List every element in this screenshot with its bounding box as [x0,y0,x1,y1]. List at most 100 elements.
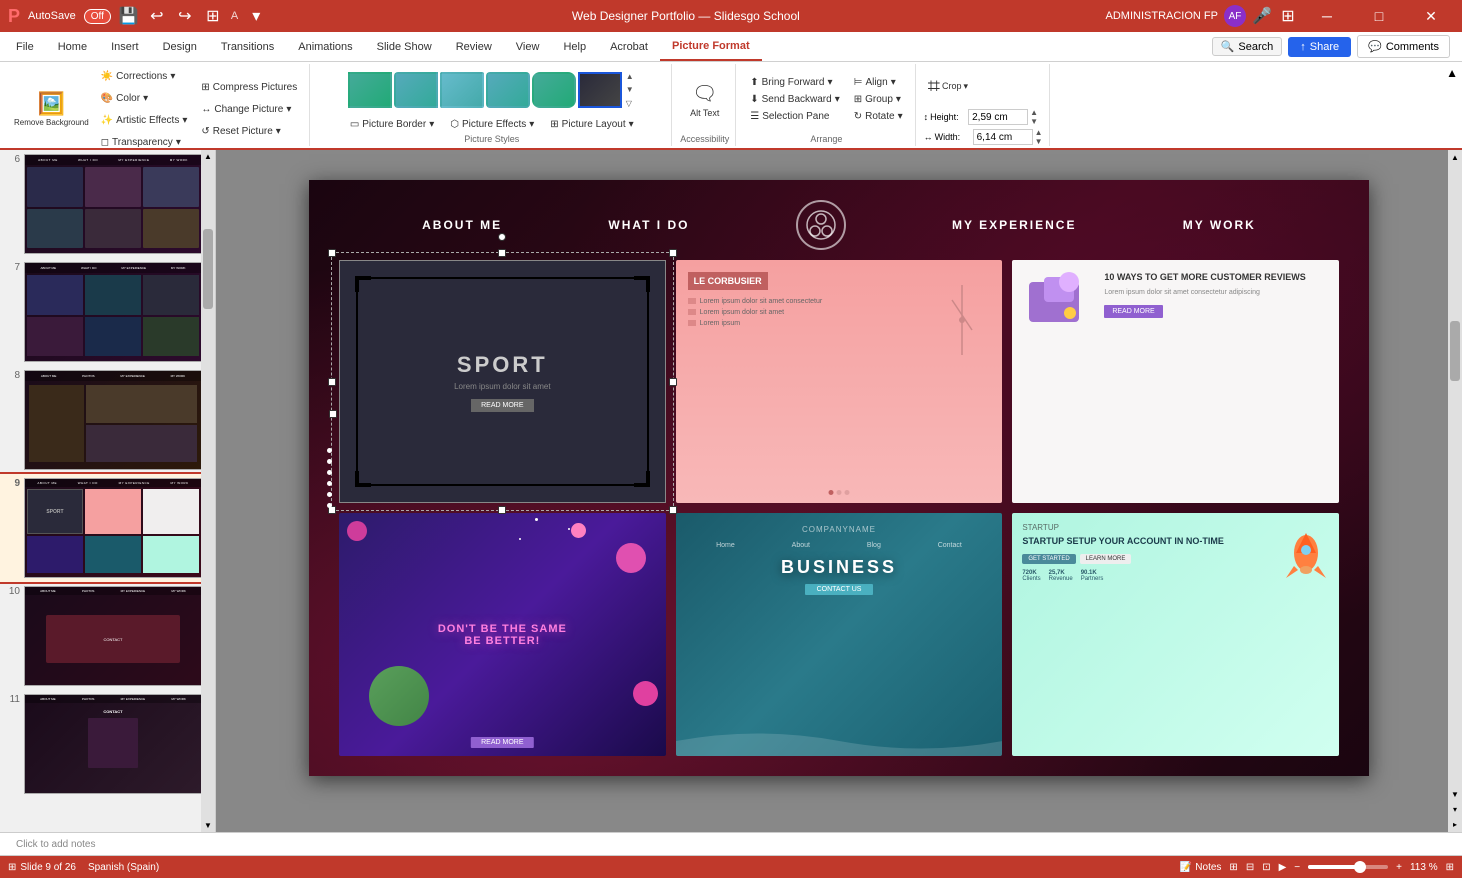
compress-pictures-button[interactable]: ⊞ Compress Pictures [195,77,303,97]
undo-button[interactable]: ↩ [147,6,167,26]
card-space[interactable]: DON'T BE THE SAME BE BETTER! READ MORE [339,513,666,756]
minimize-button[interactable]: ─ [1304,0,1350,32]
tab-review[interactable]: Review [444,33,504,61]
search-box[interactable]: 🔍 Search [1212,37,1283,56]
gallery-item-6[interactable] [578,72,622,108]
tab-animations[interactable]: Animations [286,33,364,61]
mic-icon[interactable]: 🎤 [1252,6,1272,26]
gallery-scroll-down[interactable]: ▼ [626,85,634,94]
tab-design[interactable]: Design [151,33,209,61]
alt-text-button[interactable]: 🗨 Alt Text [686,69,723,129]
tab-insert[interactable]: Insert [99,33,151,61]
zoom-out-button[interactable]: − [1294,862,1300,873]
width-input[interactable] [973,129,1033,145]
selection-dot-left[interactable] [329,410,337,418]
tab-home[interactable]: Home [46,33,99,61]
close-button[interactable]: ✕ [1408,0,1454,32]
artistic-effects-button[interactable]: ✨ Artistic Effects ▾ [95,110,194,130]
tab-acrobat[interactable]: Acrobat [598,33,660,61]
picture-layout-button[interactable]: ⊞ Picture Layout ▾ [544,117,639,132]
presentation-button[interactable]: ▶ [1279,862,1287,873]
gallery-item-5[interactable] [532,72,576,108]
canvas-scroll-down[interactable]: ▼ [1448,787,1462,802]
slides-scrollbar[interactable]: ▲ ▼ [201,150,215,832]
business-wave [676,726,1003,756]
height-up-button[interactable]: ▲ [1030,108,1038,117]
notes-area[interactable]: Click to add notes [0,832,1462,856]
corrections-button[interactable]: ☀️ Corrections ▾ [95,66,194,86]
rotate-button[interactable]: ↻ Rotate ▾ [848,109,909,124]
tab-transitions[interactable]: Transitions [209,33,286,61]
slide-item-9[interactable]: 9 ABOUT MEWHAT I DOMY EXPERIENCEMY WORK … [0,474,215,582]
picture-effects-button[interactable]: ⬡ Picture Effects ▾ [444,117,540,132]
slide-item-10[interactable]: 10 ABOUT MEPHOTOSMY EXPERIENCEMY WORK CO… [0,582,215,690]
fit-to-window-button[interactable]: ⊞ [1446,862,1454,873]
card-reviews[interactable]: 10 WAYS TO GET MORE CUSTOMER REVIEWS Lor… [1012,260,1339,503]
comments-button[interactable]: 💬 Comments [1357,35,1450,58]
gallery-item-3[interactable] [440,72,484,108]
notes-button[interactable]: 📝 Notes [1180,862,1222,873]
tab-view[interactable]: View [504,33,552,61]
card-business[interactable]: COMPANYNAME HomeAboutBlogContact BUSINES… [676,513,1003,756]
gallery-item-4[interactable] [486,72,530,108]
card-startup[interactable]: STARTUP STARTUP SETUP YOUR ACCOUNT IN NO… [1012,513,1339,756]
height-input[interactable] [968,109,1028,125]
save-button[interactable]: 💾 [119,6,139,26]
gallery-scroll-up[interactable]: ▲ [626,72,634,81]
slides-scroll-thumb[interactable] [203,229,213,309]
normal-view-button[interactable]: ⊞ [1229,862,1237,873]
canvas-scroll-up[interactable]: ▲ [1448,150,1462,165]
zoom-in-button[interactable]: + [1396,862,1402,873]
color-button[interactable]: 🎨 Color ▾ [95,88,194,108]
slide-canvas[interactable]: ABOUT ME WHAT I DO MY EXPERIENCE MY WORK [309,180,1369,776]
zoom-slider[interactable] [1308,865,1388,869]
slides-scroll-down[interactable]: ▼ [202,819,214,832]
tab-slideshow[interactable]: Slide Show [365,33,444,61]
tab-file[interactable]: File [4,33,46,61]
gallery-item-1[interactable] [348,72,392,108]
slide-item-8[interactable]: 8 ABOUT MEPHOTOSMY EXPERIENCEMY WORK [0,366,215,474]
reading-view-button[interactable]: ⊡ [1262,862,1270,873]
crop-button[interactable]: ⌗ Crop ▾ [924,66,1043,106]
gallery-item-2[interactable] [394,72,438,108]
canvas-scroll-adjust2[interactable]: ▸ [1450,817,1460,832]
picture-styles-content: ▲ ▼ ▽ ▭ Picture Border ▾ ⬡ Picture Effec… [344,66,640,132]
maximize-button[interactable]: □ [1356,0,1402,32]
send-backward-button[interactable]: ⬇ Send Backward ▾ [744,92,845,107]
tab-help[interactable]: Help [551,33,598,61]
canvas-scroll-adjust[interactable]: ▾ [1450,802,1460,817]
align-button[interactable]: ⊨ Align ▾ [848,75,909,90]
card-sport-container[interactable]: SPORT Lorem ipsum dolor sit amet READ MO… [339,260,666,503]
tab-picture-format[interactable]: Picture Format [660,33,762,61]
share-button[interactable]: ↑ Share [1288,37,1351,57]
width-down-button[interactable]: ▼ [1035,137,1043,146]
customize-button[interactable]: ▾ [246,6,266,26]
gallery-scroll[interactable]: ▲ ▼ ▽ [624,72,636,108]
selection-pane-button[interactable]: ☰ Selection Pane [744,109,845,124]
remove-background-button[interactable]: 🖼️ Remove Background [10,76,93,142]
reviews-illustration [1024,272,1094,342]
tablet-mode-button[interactable]: ⊞ [203,6,223,26]
bring-forward-button[interactable]: ⬆ Bring Forward ▾ [744,75,845,90]
card-le-corbusier[interactable]: LE CORBUSIER Lorem ipsum dolor sit amet … [676,260,1003,503]
slide-item-6[interactable]: 6 ABOUT MEWHAT I DOMY EXPERIENCEMY WORK [0,150,215,258]
presentation-options-icon[interactable]: ⊞ [1278,6,1298,26]
canvas-scroll-thumb[interactable] [1450,321,1460,381]
transparency-button[interactable]: ◻ Transparency ▾ [95,132,194,152]
picture-border-button[interactable]: ▭ Picture Border ▾ [344,117,440,132]
slide-item-11[interactable]: 11 ABOUT MEPHOTOSMY EXPERIENCEMY WORK CO… [0,690,215,798]
height-down-button[interactable]: ▼ [1030,117,1038,126]
redo-button[interactable]: ↪ [175,6,195,26]
slide-sorter-button[interactable]: ⊟ [1246,862,1254,873]
slide-item-7[interactable]: 7 ABOUT MEWHAT I DOMY EXPERIENCEMY WORK [0,258,215,366]
canvas-scrollbar[interactable]: ▲ ▼ ▾ ▸ [1448,150,1462,832]
width-up-button[interactable]: ▲ [1035,128,1043,137]
gallery-expand[interactable]: ▽ [626,99,634,108]
slides-scroll-up[interactable]: ▲ [202,150,214,163]
change-picture-button[interactable]: ↔ Change Picture ▾ [195,99,303,119]
autosave-toggle[interactable]: Off [84,9,111,24]
group-button[interactable]: ⊞ Group ▾ [848,92,909,107]
reset-picture-button[interactable]: ↺ Reset Picture ▾ [195,121,303,141]
planet-main [369,666,429,726]
ribbon-expand-button[interactable]: ▲ [1446,66,1458,80]
